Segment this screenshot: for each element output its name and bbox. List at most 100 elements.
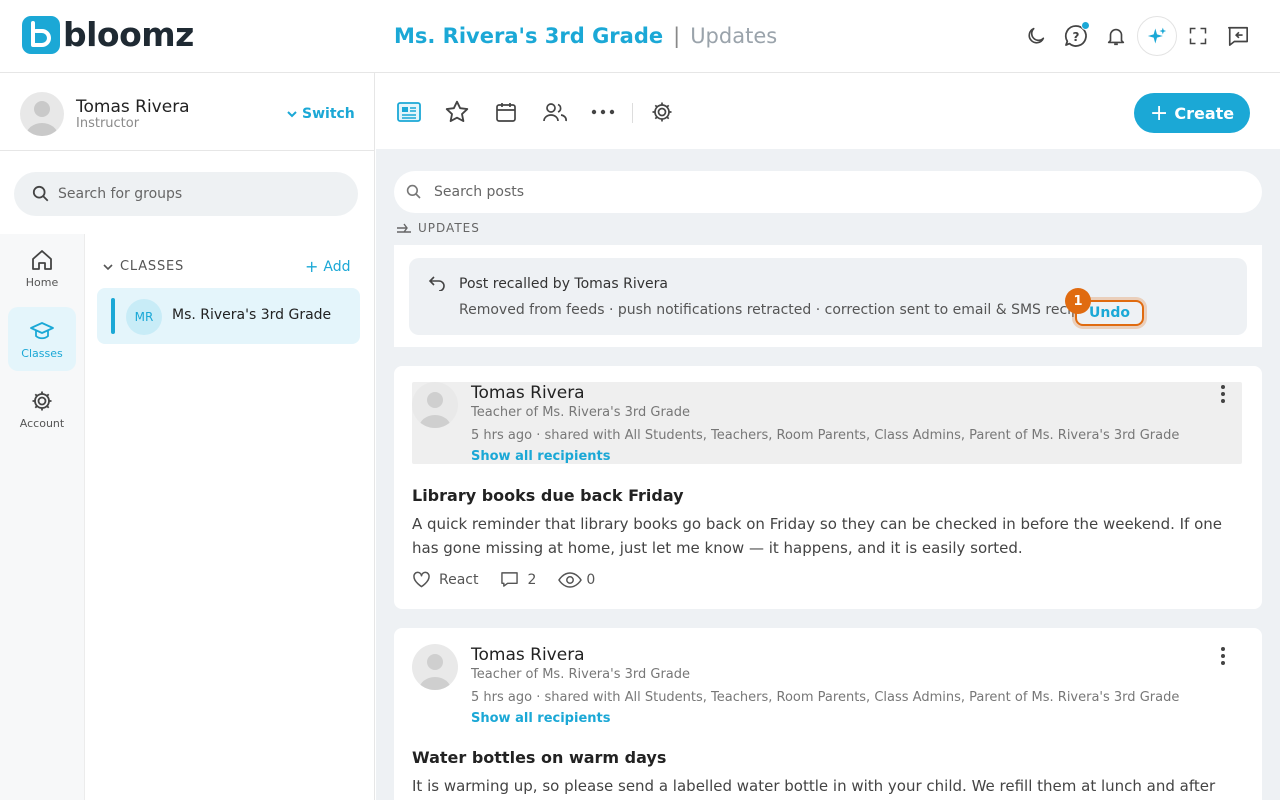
updates-icon	[397, 223, 411, 233]
create-button[interactable]: + Create	[1134, 93, 1250, 133]
search-icon	[406, 184, 421, 199]
profile-name: Tomas Rivera	[76, 97, 190, 117]
post-card: Tomas Rivera Teacher of Ms. Rivera's 3rd…	[394, 366, 1262, 609]
nav-account-label: Account	[19, 416, 65, 430]
post-actions: React 2 0	[412, 571, 617, 588]
post-title: Library books due back Friday	[412, 486, 684, 505]
plus-icon: +	[1149, 100, 1169, 126]
recall-notice-card: Post recalled by Tomas Rivera Removed fr…	[394, 245, 1262, 347]
group-search-input[interactable]: Search for groups	[14, 172, 358, 216]
post-author[interactable]: Tomas Rivera	[471, 383, 585, 403]
post-header: Tomas Rivera Teacher of Ms. Rivera's 3rd…	[412, 382, 1242, 464]
section-title: Updates	[690, 24, 778, 48]
toolbar-divider	[632, 103, 633, 123]
bell-icon[interactable]	[1096, 16, 1136, 56]
top-bar: bloomz Ms. Rivera's 3rd Grade | Updates …	[0, 0, 1280, 73]
recall-notice: Post recalled by Tomas Rivera Removed fr…	[409, 258, 1247, 335]
group-toolbar: + Create	[376, 73, 1280, 149]
switch-button[interactable]: Switch	[286, 106, 355, 122]
post-card: Tomas Rivera Teacher of Ms. Rivera's 3rd…	[394, 628, 1262, 800]
home-icon	[32, 249, 52, 270]
logo-mark	[22, 16, 60, 54]
author-avatar[interactable]	[412, 644, 458, 690]
post-author-role: Teacher of Ms. Rivera's 3rd Grade	[471, 667, 691, 682]
post-more-icon[interactable]	[1220, 384, 1226, 408]
author-avatar[interactable]	[412, 382, 458, 428]
post-header: Tomas Rivera Teacher of Ms. Rivera's 3rd…	[412, 644, 1242, 726]
post-search-placeholder: Search posts	[434, 184, 525, 200]
left-panel: Tomas Rivera Instructor Switch Search fo…	[0, 73, 375, 800]
post-title: Water bottles on warm days	[412, 748, 667, 767]
comment-icon	[501, 572, 519, 587]
nav-classes[interactable]: Classes	[8, 307, 76, 371]
updates-section-label: UPDATES	[396, 221, 480, 235]
help-bubble-icon[interactable]: ?	[1056, 16, 1096, 56]
post-author-role: Teacher of Ms. Rivera's 3rd Grade	[471, 405, 691, 420]
nav-classes-label: Classes	[21, 346, 63, 360]
nav-home-label: Home	[25, 275, 59, 289]
react-button[interactable]: React	[412, 571, 478, 588]
step-marker-badge: 1	[1065, 288, 1091, 314]
comments-button[interactable]: 2	[500, 571, 536, 588]
moon-icon[interactable]	[1016, 16, 1056, 56]
bloomz-logo[interactable]: bloomz	[22, 16, 194, 54]
add-class-button[interactable]: + Add	[305, 257, 351, 276]
post-meta: 5 hrs ago · shared with All Students, Te…	[471, 428, 1180, 443]
create-label: Create	[1174, 103, 1235, 123]
logo-text: bloomz	[63, 15, 194, 54]
avatar[interactable]	[20, 92, 64, 136]
class-badge: MR	[126, 299, 162, 335]
comment-count: 2	[527, 571, 537, 588]
people-icon[interactable]	[540, 97, 570, 127]
updates-label-text: UPDATES	[418, 221, 480, 235]
plus-icon: +	[305, 257, 319, 276]
class-item[interactable]: MR Ms. Rivera's 3rd Grade	[97, 288, 360, 344]
group-title[interactable]: Ms. Rivera's 3rd Grade	[394, 22, 663, 50]
chevron-down-icon	[287, 111, 297, 118]
eye-icon	[558, 571, 583, 588]
post-search-input[interactable]: Search posts	[394, 171, 1262, 213]
fullscreen-icon[interactable]	[1178, 16, 1218, 56]
posts-icon[interactable]	[394, 97, 424, 127]
notification-dot	[1081, 21, 1090, 30]
calendar-icon[interactable]	[491, 97, 521, 127]
classes-heading: CLASSES	[120, 259, 185, 274]
switch-label: Switch	[302, 106, 355, 122]
views-indicator[interactable]: 0	[558, 572, 595, 588]
title-separator: |	[673, 24, 681, 48]
profile-role: Instructor	[76, 116, 140, 131]
active-indicator	[111, 298, 115, 334]
header-actions: ?	[1016, 16, 1258, 56]
view-count: 0	[586, 571, 596, 588]
star-icon[interactable]	[442, 97, 472, 127]
react-label: React	[439, 571, 479, 588]
page-title: Ms. Rivera's 3rd Grade | Updates	[394, 22, 777, 50]
post-meta: 5 hrs ago · shared with All Students, Te…	[471, 690, 1180, 705]
undo-arrow-icon	[428, 276, 445, 291]
chevron-down-icon	[103, 263, 113, 270]
post-body: A quick reminder that library books go b…	[412, 515, 1223, 557]
post-more-icon[interactable]	[1220, 646, 1226, 670]
panel-collapse-icon[interactable]	[1218, 16, 1258, 56]
nav-home[interactable]: Home	[8, 236, 76, 300]
heart-icon	[413, 571, 430, 588]
profile-header: Tomas Rivera Instructor Switch	[0, 73, 374, 151]
graduation-cap-icon	[30, 321, 54, 339]
sparkle-icon[interactable]	[1137, 16, 1177, 56]
svg-text:?: ?	[1073, 30, 1080, 44]
settings-icon[interactable]	[647, 97, 677, 127]
gear-icon	[32, 391, 52, 410]
main-content: + Create Search posts UPDATES Post recal…	[376, 73, 1280, 800]
nav-account[interactable]: Account	[8, 377, 76, 441]
post-author[interactable]: Tomas Rivera	[471, 645, 585, 665]
nav-rail: Home Classes Account	[0, 234, 85, 800]
classes-section-header[interactable]: CLASSES	[102, 259, 184, 274]
post-body: It is warming up, so please send a label…	[412, 777, 1216, 795]
recall-description: Removed from feeds · push notifications …	[459, 302, 1115, 318]
add-class-label: Add	[323, 258, 351, 275]
more-icon[interactable]	[588, 97, 618, 127]
group-search-placeholder: Search for groups	[58, 186, 183, 202]
show-recipients-link[interactable]: Show all recipients	[471, 449, 610, 464]
search-icon	[32, 185, 49, 202]
show-recipients-link[interactable]: Show all recipients	[471, 711, 610, 726]
